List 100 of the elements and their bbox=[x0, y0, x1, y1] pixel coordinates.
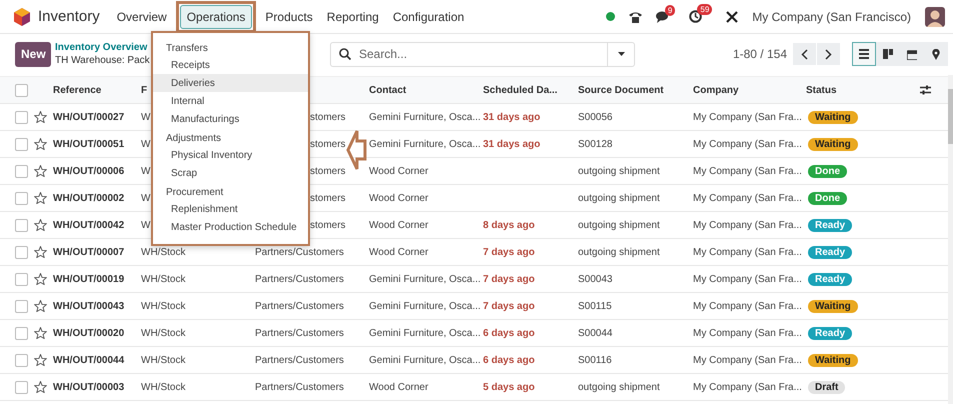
star-icon[interactable] bbox=[34, 246, 47, 258]
table-cell: stomers bbox=[310, 112, 346, 122]
breadcrumb-link[interactable]: Inventory Overview bbox=[55, 41, 148, 54]
status-dot-icon bbox=[606, 12, 615, 21]
table-cell: My Company (San Fra... bbox=[693, 112, 802, 122]
nav-menu-item[interactable]: Products bbox=[258, 4, 320, 28]
scrollbar[interactable] bbox=[948, 75, 953, 404]
star-icon[interactable] bbox=[34, 219, 47, 231]
table-cell: WH/Stock bbox=[141, 246, 186, 258]
breadcrumb-current: TH Warehouse: Pack bbox=[55, 54, 150, 67]
search-icon bbox=[339, 48, 351, 60]
row-checkbox[interactable] bbox=[15, 272, 28, 286]
table-cell: Gemini Furniture, Osca... bbox=[369, 138, 481, 150]
company-switcher[interactable]: My Company (San Francisco) bbox=[752, 10, 911, 24]
row-checkbox[interactable] bbox=[15, 380, 28, 394]
new-button[interactable]: New bbox=[15, 42, 51, 66]
list-view-icon bbox=[859, 49, 869, 59]
pager-value[interactable]: 1-80 / 154 bbox=[732, 47, 787, 61]
column-header[interactable]: F bbox=[141, 84, 148, 96]
row-checkbox[interactable] bbox=[15, 192, 28, 204]
star-icon[interactable] bbox=[34, 381, 47, 393]
row-checkbox[interactable] bbox=[15, 110, 28, 124]
app-name[interactable]: Inventory bbox=[38, 8, 100, 25]
messages-icon[interactable] bbox=[656, 10, 670, 22]
star-icon[interactable] bbox=[34, 165, 47, 177]
select-all-checkbox[interactable] bbox=[15, 84, 28, 96]
row-checkbox[interactable] bbox=[15, 326, 28, 340]
column-settings-icon[interactable] bbox=[920, 85, 931, 95]
status-badge: Waiting bbox=[808, 110, 858, 124]
menu-item[interactable]: Physical Inventory bbox=[153, 146, 308, 164]
menu-item[interactable]: Internal bbox=[153, 92, 308, 110]
menu-item[interactable]: Deliveries bbox=[153, 74, 308, 92]
table-cell: stomers bbox=[310, 166, 346, 176]
nav-menu-item[interactable]: Operations bbox=[180, 4, 252, 28]
menu-item[interactable]: Manufacturings bbox=[153, 110, 308, 128]
table-cell: My Company (San Fra... bbox=[693, 246, 802, 258]
row-checkbox[interactable] bbox=[15, 246, 28, 258]
view-switcher-button[interactable] bbox=[876, 42, 900, 66]
table-cell: Gemini Furniture, Osca... bbox=[369, 112, 481, 122]
search-bar[interactable]: Search... bbox=[330, 42, 635, 66]
phone-icon[interactable] bbox=[628, 10, 642, 22]
table-cell: WH/Stock bbox=[141, 300, 186, 312]
activity-clock-icon[interactable] bbox=[689, 10, 702, 23]
row-checkbox[interactable] bbox=[15, 354, 28, 366]
previous-button[interactable] bbox=[793, 43, 816, 65]
table-cell: WH/OUT/00042 bbox=[53, 220, 124, 230]
star-icon[interactable] bbox=[34, 300, 47, 312]
table-cell: 7 days ago bbox=[483, 274, 535, 284]
map-pin-icon bbox=[932, 48, 940, 60]
table-cell: WH/OUT/00019 bbox=[53, 274, 124, 284]
row-checkbox[interactable] bbox=[15, 164, 28, 178]
table-cell: W bbox=[141, 220, 150, 230]
annotation-arrow bbox=[346, 129, 367, 171]
column-header[interactable]: Status bbox=[806, 84, 837, 96]
table-cell: My Company (San Fra... bbox=[693, 274, 802, 284]
view-switcher-button[interactable] bbox=[852, 42, 876, 66]
nav-menu-item[interactable]: Configuration bbox=[386, 4, 472, 28]
row-checkbox[interactable] bbox=[15, 218, 28, 232]
menu-item[interactable]: Receipts bbox=[153, 56, 308, 74]
table-cell: Gemini Furniture, Osca... bbox=[369, 354, 481, 366]
nav-menu-item[interactable]: Reporting bbox=[320, 4, 386, 28]
table-cell: WH/OUT/00006 bbox=[53, 166, 124, 176]
table-cell: 31 days ago bbox=[483, 112, 540, 122]
table-cell: Gemini Furniture, Osca... bbox=[369, 328, 481, 338]
column-header[interactable]: Scheduled Da... bbox=[483, 84, 558, 96]
table-cell: Wood Corner bbox=[369, 192, 428, 204]
row-checkbox[interactable] bbox=[15, 138, 28, 150]
nav-menu-item[interactable]: Overview bbox=[110, 4, 174, 28]
star-icon[interactable] bbox=[34, 273, 47, 285]
star-icon[interactable] bbox=[34, 138, 47, 150]
table-cell: My Company (San Fra... bbox=[693, 192, 802, 204]
user-avatar[interactable] bbox=[925, 6, 945, 26]
star-icon[interactable] bbox=[34, 192, 47, 204]
column-header[interactable]: Company bbox=[693, 84, 739, 96]
app-logo-icon[interactable] bbox=[14, 8, 30, 26]
next-button[interactable] bbox=[817, 43, 840, 65]
table-cell: My Company (San Fra... bbox=[693, 300, 802, 312]
table-cell: 6 days ago bbox=[483, 328, 535, 338]
star-icon[interactable] bbox=[34, 327, 47, 339]
column-header[interactable]: Source Document bbox=[578, 84, 664, 96]
table-cell: 6 days ago bbox=[483, 354, 535, 366]
status-badge: Waiting bbox=[808, 300, 858, 312]
column-header[interactable]: Contact bbox=[369, 84, 406, 96]
view-switcher-button[interactable] bbox=[924, 42, 948, 66]
menu-item[interactable]: Replenishment bbox=[153, 200, 308, 218]
table-cell: WH/Stock bbox=[141, 328, 186, 338]
star-icon[interactable] bbox=[34, 354, 47, 366]
table-cell: My Company (San Fra... bbox=[693, 354, 802, 366]
table-cell: stomers bbox=[310, 138, 346, 150]
table-cell: Gemini Furniture, Osca... bbox=[369, 274, 481, 284]
menu-item[interactable]: Scrap bbox=[153, 164, 308, 182]
status-badge: Ready bbox=[808, 246, 852, 258]
table-cell: Partners/Customers bbox=[255, 274, 344, 284]
row-checkbox[interactable] bbox=[15, 300, 28, 312]
caret-icon bbox=[618, 52, 624, 56]
column-header[interactable]: Reference bbox=[53, 84, 102, 96]
star-icon[interactable] bbox=[34, 111, 47, 123]
menu-item[interactable]: Master Production Schedule bbox=[153, 218, 308, 236]
table-cell: Wood Corner bbox=[369, 382, 428, 392]
status-badge: Waiting bbox=[808, 354, 858, 366]
